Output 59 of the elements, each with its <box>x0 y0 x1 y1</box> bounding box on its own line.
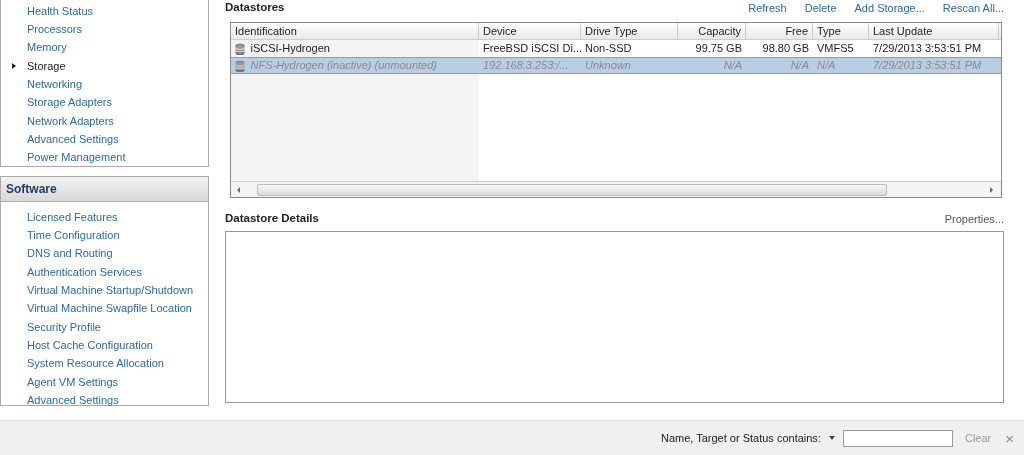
nav-item[interactable]: Authentication Services <box>1 262 208 282</box>
database-icon <box>235 59 245 72</box>
panel-header: Software <box>1 177 208 202</box>
table-cell-text: Unknown <box>584 58 632 74</box>
table-cell-text: N/A <box>722 58 743 74</box>
table-cell-text: 99.75 GB <box>694 41 743 57</box>
nav-item[interactable]: Processors <box>1 20 208 39</box>
column-header[interactable]: Capacity <box>678 22 746 40</box>
action-link[interactable]: Rescan All... <box>942 0 1004 17</box>
table-cell-text: 7/29/2013 3:53:51 PM <box>872 41 983 57</box>
nav-item[interactable]: System Resource Allocation <box>1 354 208 373</box>
nav-item[interactable]: Health Status <box>1 2 208 21</box>
dropdown-caret-icon[interactable] <box>828 436 835 440</box>
nav-item[interactable]: Virtual Machine Swapfile Location <box>1 299 208 318</box>
action-link[interactable]: Refresh <box>748 0 787 17</box>
nav-item[interactable]: DNS and Routing <box>1 244 208 263</box>
database-icon <box>235 42 245 55</box>
nav-item[interactable]: Memory <box>1 38 208 57</box>
nav-item[interactable]: Licensed Features <box>1 208 208 227</box>
nav-item[interactable]: Time Configuration <box>1 226 208 245</box>
scroll-left-icon[interactable] <box>235 185 243 194</box>
table-cell-text: N/A <box>789 58 810 74</box>
section-title: Datastores <box>225 0 285 16</box>
nav-item[interactable]: Power Management <box>1 148 208 167</box>
horizontal-scrollbar[interactable] <box>231 181 1001 197</box>
table-cell-text: Non-SSD <box>584 41 633 57</box>
properties-link[interactable]: Properties... <box>944 210 1004 227</box>
nav-item[interactable]: Agent VM Settings <box>1 372 208 391</box>
table-cell-text: 192.168.3.253:/... <box>482 58 570 74</box>
table-cell-text: iSCSI-Hydrogen <box>250 41 330 57</box>
nav-item[interactable]: Storage Adapters <box>1 93 208 112</box>
column-header[interactable]: Device <box>479 22 581 40</box>
table-cell-text: FreeBSD iSCSI Di... <box>482 41 581 57</box>
nav-item[interactable]: Network Adapters <box>1 111 208 131</box>
table-row[interactable]: iSCSI-Hydrogen FreeBSD iSCSI Di... Non-SSD 99.75 GB 98.80 GB VMFS5 7/29/2013 3:53:51 PM <box>231 40 1001 57</box>
table-cell-text: VMFS5 <box>816 41 855 57</box>
nav-item[interactable]: Virtual Machine Startup/Shutdown <box>1 281 208 300</box>
table-cell-text: 98.80 GB <box>761 41 810 57</box>
filter-label: Name, Target or Status contains: <box>660 430 821 446</box>
nav-item[interactable]: Advanced Settings <box>1 130 208 149</box>
close-button[interactable]: × <box>1003 430 1016 446</box>
column-header[interactable]: Free <box>746 22 813 40</box>
column-header[interactable]: Drive Type <box>581 22 678 40</box>
column-header[interactable]: Type <box>813 22 869 40</box>
table-cell-text: 7/29/2013 3:53:51 PM <box>872 58 983 74</box>
action-link[interactable]: Add Storage... <box>854 0 925 17</box>
table-cell-text: NFS-Hydrogen (inactive) (unmounted) <box>250 58 437 74</box>
column-header[interactable]: Last Update <box>869 22 999 40</box>
table-cell-text: N/A <box>816 58 837 74</box>
section-title: Datastore Details <box>225 210 319 226</box>
nav-item[interactable]: Advanced Settings <box>1 390 208 410</box>
nav-item[interactable]: Networking <box>1 75 208 94</box>
nav-item[interactable]: Security Profile <box>1 317 208 337</box>
nav-item[interactable]: Storage <box>1 56 208 76</box>
column-header[interactable]: Identification <box>231 22 479 40</box>
scroll-right-icon[interactable] <box>987 185 995 194</box>
filter-field[interactable] <box>842 429 953 447</box>
nav-item[interactable]: Host Cache Configuration <box>1 336 208 355</box>
action-link[interactable]: Delete <box>804 0 837 17</box>
